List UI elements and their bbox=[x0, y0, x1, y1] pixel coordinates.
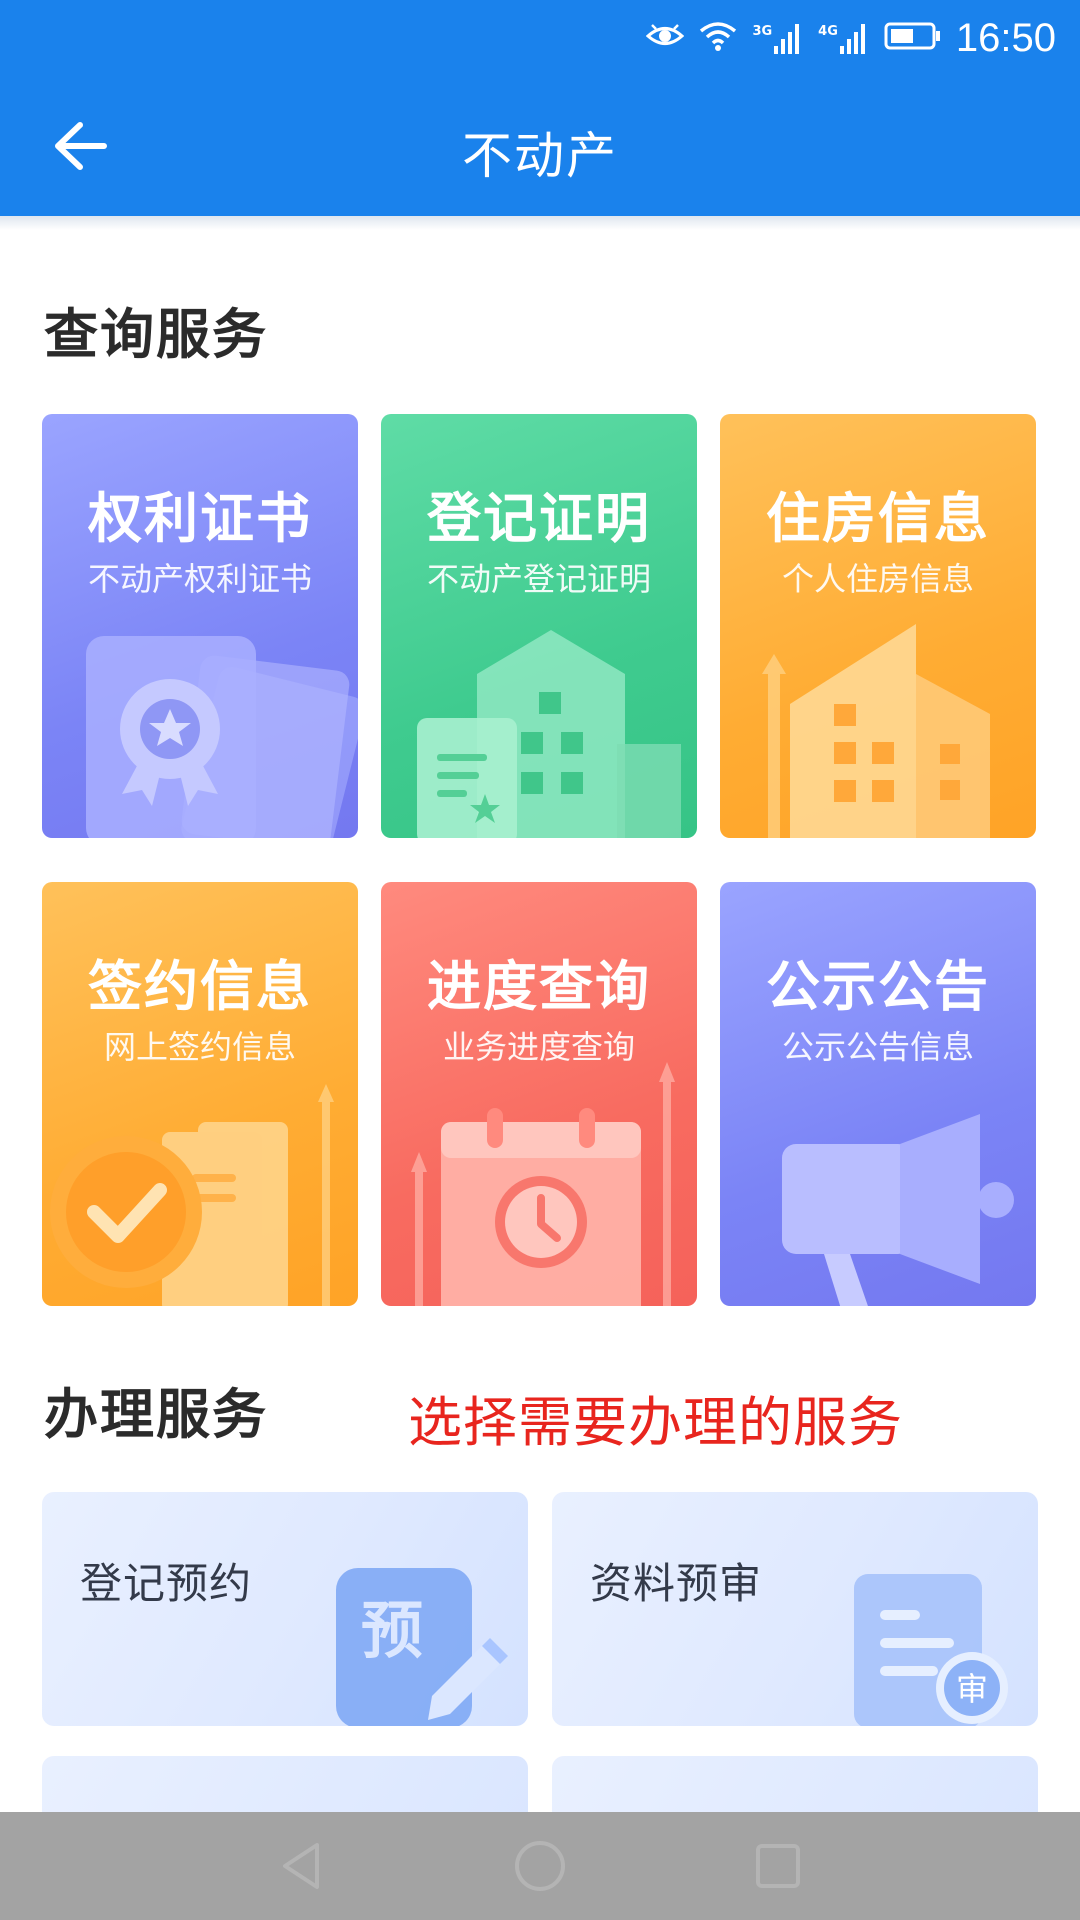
tile-registration-proof[interactable]: 登记证明 不动产登记证明 bbox=[381, 414, 697, 838]
tile-subtitle: 不动产登记证明 bbox=[426, 560, 651, 598]
query-section-title: 查询服务 bbox=[44, 303, 268, 366]
tile-title: 登记证明 bbox=[427, 487, 651, 550]
status-time: 16:50 bbox=[955, 15, 1056, 60]
nav-home-button[interactable] bbox=[508, 1834, 572, 1898]
tile-public-notice[interactable]: 公示公告 公示公告信息 bbox=[720, 882, 1036, 1306]
card-registration-appointment[interactable]: 登记预约 预 bbox=[42, 1492, 528, 1726]
tile-title: 权利证书 bbox=[88, 487, 312, 550]
tile-subtitle: 不动产权利证书 bbox=[87, 560, 312, 598]
tile-title: 公示公告 bbox=[766, 955, 990, 1018]
status-bar: 3G 4G 16:50 bbox=[0, 0, 1080, 76]
wifi-icon bbox=[698, 19, 738, 57]
eye-icon bbox=[646, 21, 685, 55]
card-document-review[interactable]: 资料预审 审 bbox=[552, 1492, 1038, 1726]
nav-recent-icon bbox=[756, 1844, 800, 1888]
reservation-icon: 预 bbox=[336, 1568, 508, 1726]
nav-back-icon bbox=[283, 1843, 319, 1889]
reservation-icon-glyph: 预 bbox=[361, 1594, 423, 1667]
nav-recent-button[interactable] bbox=[746, 1834, 810, 1898]
document-review-icon: 审 bbox=[854, 1574, 1008, 1726]
nav-back-button[interactable] bbox=[270, 1834, 334, 1898]
card-label: 资料预审 bbox=[590, 1559, 763, 1608]
page-title: 不动产 bbox=[462, 127, 618, 185]
signal-4g-label: 4G bbox=[818, 24, 838, 39]
tile-subtitle: 网上签约信息 bbox=[103, 1028, 296, 1066]
tile-title: 住房信息 bbox=[766, 487, 990, 550]
tile-rights-certificate[interactable]: 权利证书 不动产权利证书 bbox=[42, 414, 358, 838]
tile-subtitle: 公示公告信息 bbox=[781, 1028, 974, 1066]
tile-title: 进度查询 bbox=[427, 955, 651, 1018]
signal-icon: 3G bbox=[752, 22, 804, 54]
tile-subtitle: 个人住房信息 bbox=[781, 560, 974, 598]
app-bar-shadow bbox=[0, 216, 1080, 230]
annotation-text: 选择需要办理的服务 bbox=[408, 1391, 903, 1454]
nav-home-icon bbox=[515, 1841, 565, 1891]
process-section-title: 办理服务 bbox=[44, 1383, 268, 1446]
card-label: 登记预约 bbox=[80, 1559, 253, 1608]
signal-icon: 4G bbox=[818, 22, 870, 54]
tile-progress-query[interactable]: 进度查询 业务进度查询 bbox=[381, 882, 697, 1306]
system-nav-bar bbox=[0, 1812, 1080, 1920]
review-icon-glyph: 审 bbox=[956, 1670, 988, 1708]
tile-subtitle: 业务进度查询 bbox=[442, 1028, 635, 1066]
signal-3g-label: 3G bbox=[752, 24, 773, 39]
tile-title: 签约信息 bbox=[88, 955, 312, 1018]
title-bar: 不动产 bbox=[0, 76, 1080, 216]
battery-icon bbox=[884, 21, 942, 55]
tile-housing-info[interactable]: 住房信息 个人住房信息 bbox=[720, 414, 1036, 838]
app-bar: 3G 4G 16:50 不动产 bbox=[0, 0, 1080, 216]
tile-signing-info[interactable]: 签约信息 网上签约信息 bbox=[42, 882, 358, 1306]
